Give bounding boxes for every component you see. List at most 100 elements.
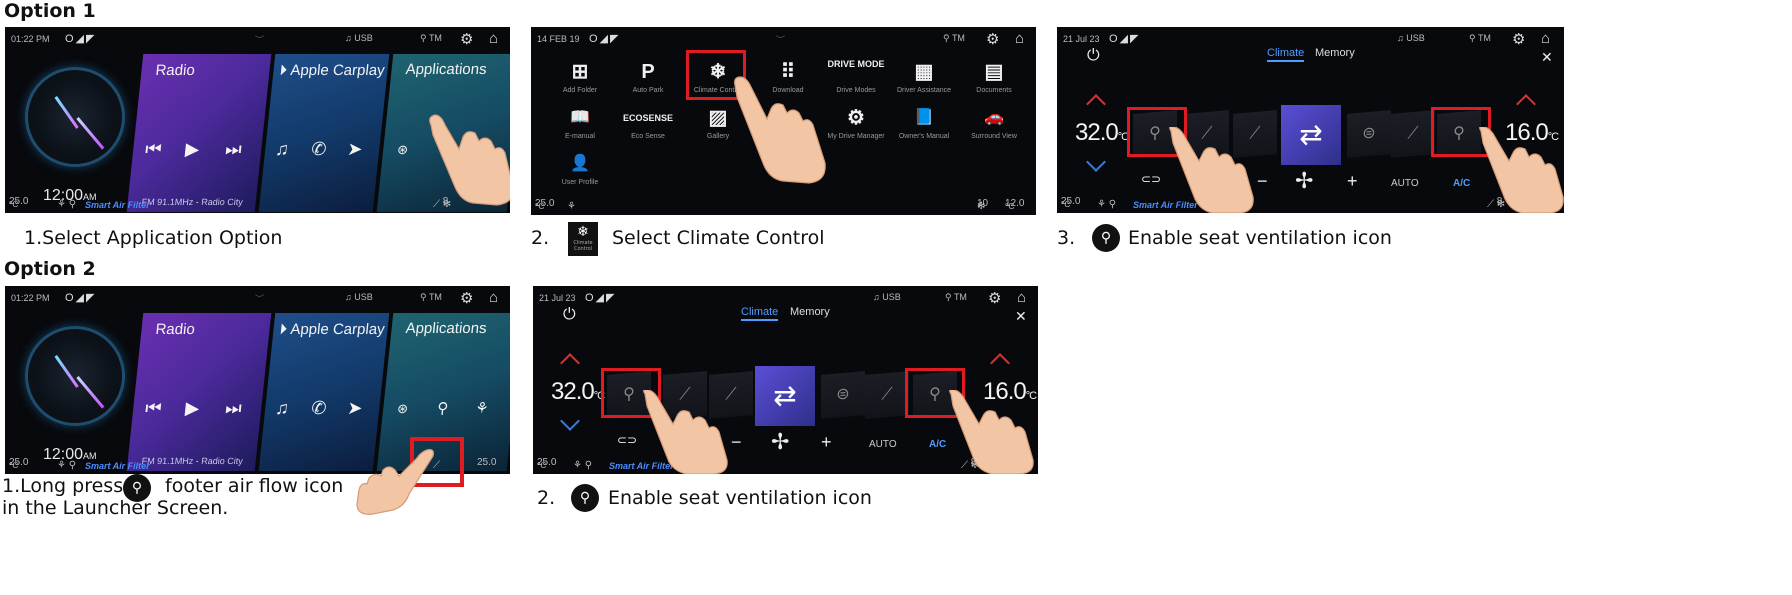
- menu-item-e-manual[interactable]: 📖 E-manual: [545, 105, 615, 141]
- chevron-down-icon[interactable]: ︶: [776, 33, 785, 46]
- power-icon[interactable]: ⏻: [1087, 47, 1100, 65]
- steering-heat-icon[interactable]: ⊂⊃: [1141, 172, 1161, 186]
- gear-icon[interactable]: ⚙: [460, 30, 473, 48]
- airflow-option[interactable]: ⊜: [821, 371, 865, 419]
- profile-indicator[interactable]: ⚲ TM: [420, 292, 442, 303]
- airflow-mode-button[interactable]: ⇄: [755, 366, 815, 426]
- fan-readout[interactable]: ⟋ 8 ✻: [433, 196, 451, 210]
- carplay-card[interactable]: ⏵ Apple Carplay ♫ ✆ ➤: [258, 313, 390, 471]
- gear-icon[interactable]: ⚙: [460, 289, 473, 307]
- temp-up-left-icon[interactable]: [1086, 94, 1106, 114]
- airflow-option[interactable]: ⟋: [865, 371, 909, 419]
- airflow-option[interactable]: ⟋: [709, 371, 753, 419]
- fan-readout[interactable]: ⟋ 8 ✻: [1487, 196, 1505, 210]
- footer-temp-left[interactable]: 25.0 °C: [535, 198, 554, 212]
- airflow-option[interactable]: ⟋: [1391, 110, 1435, 158]
- walking-icon[interactable]: ⚲: [436, 399, 449, 417]
- fan-decrease-button[interactable]: −: [731, 432, 742, 453]
- navigation-icon[interactable]: ➤: [346, 139, 363, 160]
- menu-item-owners-manual[interactable]: 📘 Owner's Manual: [889, 105, 959, 141]
- footer-temp-right[interactable]: 12.0 °C: [1005, 198, 1024, 212]
- radio-card[interactable]: Radio ⏮ ▶ ⏭ FM 91.1MHz - Radio City: [126, 54, 272, 212]
- footer-temp-left[interactable]: 25.0 °C: [9, 196, 28, 210]
- auto-button[interactable]: AUTO: [869, 439, 897, 450]
- smart-air-filter-label[interactable]: Smart Air Filter: [609, 461, 674, 471]
- smart-air-filter-label[interactable]: Smart Air Filter: [85, 200, 150, 210]
- close-icon[interactable]: ✕: [1015, 308, 1027, 325]
- fan-readout[interactable]: 10 ✻: [977, 198, 988, 212]
- fan-decrease-button[interactable]: −: [1257, 171, 1268, 192]
- restaurant-icon[interactable]: ⚘: [474, 399, 489, 417]
- menu-item-download[interactable]: ⠿ Download: [753, 59, 823, 95]
- radio-card[interactable]: Radio ⏮ ▶ ⏭ FM 91.1MHz - Radio City: [126, 313, 272, 471]
- previous-icon[interactable]: ⏮: [144, 139, 162, 160]
- temp-up-right-icon[interactable]: [1516, 94, 1536, 114]
- temp-up-left-icon[interactable]: [560, 353, 580, 373]
- airflow-mode-button[interactable]: ⇄: [1281, 105, 1341, 165]
- seat-icon[interactable]: ⚘ ⚲: [1097, 199, 1116, 210]
- menu-item-drive-modes[interactable]: DRIVE MODE Drive Modes: [821, 59, 891, 95]
- steering-heat-icon[interactable]: ⊂⊃: [617, 433, 637, 447]
- footer-temp-left[interactable]: 25.0 °C: [9, 457, 28, 471]
- play-icon[interactable]: ▶: [184, 398, 200, 419]
- menu-item-driver-assistance[interactable]: ▦ Driver Assistance: [889, 59, 959, 95]
- carplay-card[interactable]: ⏵ Apple Carplay ♫ ✆ ➤: [258, 54, 390, 212]
- menu-item-my-drive-manager[interactable]: ⚙ My Drive Manager: [821, 105, 891, 141]
- gear-icon[interactable]: ⚙: [988, 289, 1001, 307]
- menu-item-documents[interactable]: ▤ Documents: [959, 59, 1029, 95]
- chevron-down-icon[interactable]: ︶: [255, 33, 264, 46]
- seat-icon[interactable]: ⚘ ⚲: [573, 460, 592, 471]
- temp-down-left-icon[interactable]: [1086, 152, 1106, 172]
- ac-button[interactable]: A/C: [929, 439, 946, 450]
- chevron-down-icon[interactable]: ︶: [255, 292, 264, 305]
- previous-icon[interactable]: ⏮: [144, 398, 162, 419]
- home-icon[interactable]: ⌂: [1017, 289, 1026, 306]
- menu-item-user-profile[interactable]: 👤 User Profile: [545, 151, 615, 187]
- airflow-option[interactable]: ⟋: [1185, 110, 1229, 158]
- menu-item-eco-sense[interactable]: ECOSENSE Eco Sense: [613, 105, 683, 141]
- footer-temp-left[interactable]: 25.0 °C: [537, 457, 556, 471]
- seat-icon[interactable]: ⚘ ⚲: [57, 199, 76, 210]
- menu-item-add-folder[interactable]: ⊞ Add Folder: [545, 59, 615, 95]
- next-icon[interactable]: ⏭: [224, 398, 242, 419]
- music-icon[interactable]: ♫: [274, 139, 290, 160]
- smart-air-filter-label[interactable]: Smart Air Filter: [1133, 200, 1198, 210]
- temp-up-right-icon[interactable]: [990, 353, 1010, 373]
- home-icon[interactable]: ⌂: [489, 289, 498, 306]
- menu-item-gallery[interactable]: ▨ Gallery: [683, 105, 753, 141]
- seat-icon[interactable]: ⚘: [567, 201, 576, 212]
- music-icon[interactable]: ♫: [274, 398, 290, 419]
- fan-increase-button[interactable]: +: [821, 432, 832, 453]
- profile-indicator[interactable]: ⚲ TM: [1469, 33, 1491, 44]
- news-icon[interactable]: ⊛: [396, 401, 408, 417]
- footer-temp-left[interactable]: 25.0 °C: [1061, 196, 1080, 210]
- tab-memory[interactable]: Memory: [790, 306, 830, 318]
- home-icon[interactable]: ⌂: [1015, 30, 1024, 47]
- menu-item-surround-view[interactable]: 🚗 Surround View: [959, 105, 1029, 141]
- applications-card[interactable]: Applications ⊛: [376, 54, 510, 212]
- next-icon[interactable]: ⏭: [224, 139, 242, 160]
- play-icon[interactable]: ▶: [184, 139, 200, 160]
- home-icon[interactable]: ⌂: [1541, 30, 1550, 47]
- airflow-option[interactable]: ⊜: [1347, 110, 1391, 158]
- navigation-icon[interactable]: ➤: [346, 398, 363, 419]
- phone-icon[interactable]: ✆: [310, 398, 327, 419]
- temp-down-left-icon[interactable]: [560, 411, 580, 431]
- seat-icon[interactable]: ⚘ ⚲: [57, 460, 76, 471]
- tab-climate[interactable]: Climate: [1267, 47, 1305, 62]
- gear-icon[interactable]: ⚙: [1512, 30, 1525, 48]
- home-icon[interactable]: ⌂: [489, 30, 498, 47]
- phone-icon[interactable]: ✆: [310, 139, 327, 160]
- tab-memory[interactable]: Memory: [1315, 47, 1355, 59]
- airflow-option[interactable]: ⟋: [1233, 110, 1277, 158]
- airflow-option[interactable]: ⟋: [663, 371, 707, 419]
- fan-readout[interactable]: ⟋ 8 ✻: [961, 457, 979, 471]
- tab-climate[interactable]: Climate: [741, 306, 779, 321]
- fan-increase-button[interactable]: +: [1347, 171, 1358, 192]
- profile-indicator[interactable]: ⚲ TM: [945, 292, 967, 303]
- power-icon[interactable]: ⏻: [563, 306, 576, 324]
- smart-air-filter-label[interactable]: Smart Air Filter: [85, 461, 150, 471]
- ac-button[interactable]: A/C: [1453, 178, 1470, 189]
- news-icon[interactable]: ⊛: [396, 142, 408, 158]
- auto-button[interactable]: AUTO: [1391, 178, 1419, 189]
